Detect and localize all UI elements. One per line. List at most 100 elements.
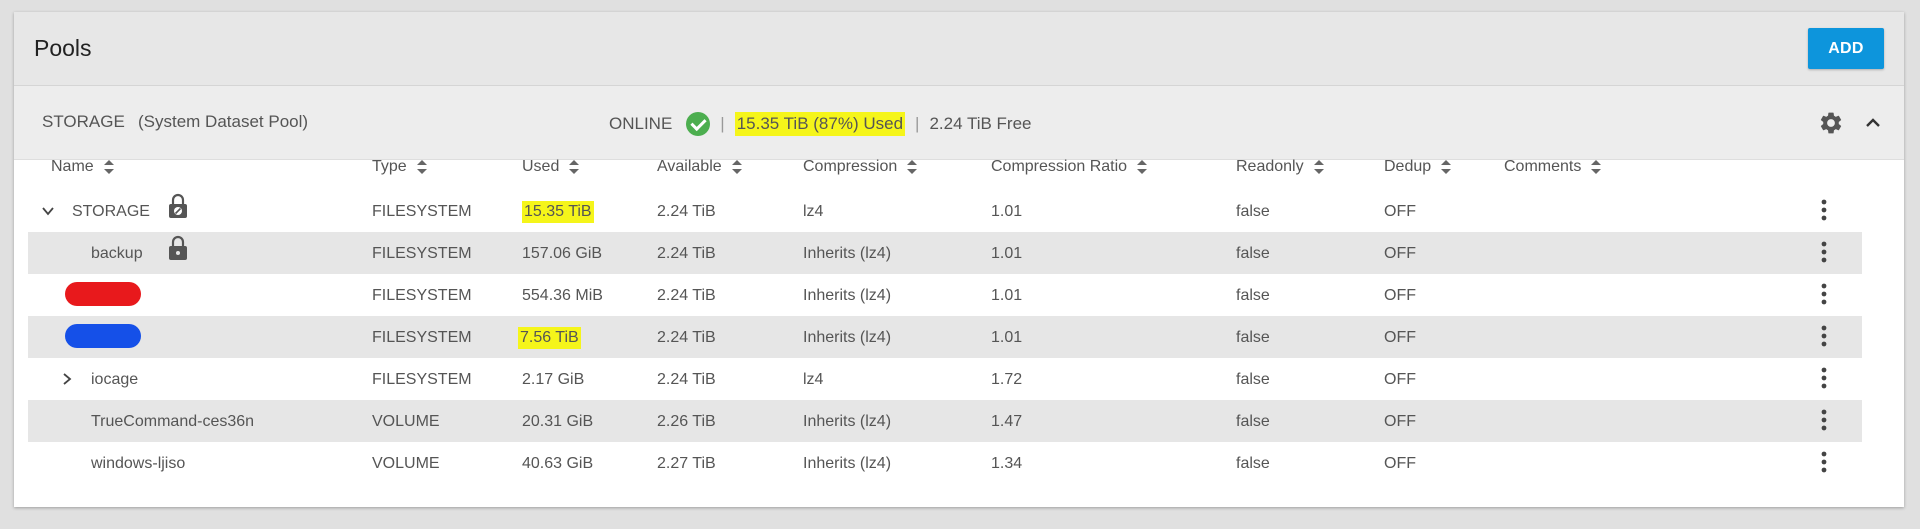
row-used: 2.17 GiB	[522, 371, 585, 388]
sort-icon	[731, 160, 742, 174]
redacted-name-mark	[65, 282, 141, 306]
row-dedup: OFF	[1384, 203, 1416, 220]
table-row[interactable]: windows-ljiso VOLUME 40.63 GiB 2.27 TiB …	[28, 442, 1862, 484]
kebab-icon[interactable]	[1821, 409, 1827, 431]
row-compression: Inherits (lz4)	[803, 287, 892, 304]
sort-icon	[1313, 160, 1324, 174]
lock-icon[interactable]	[167, 235, 189, 261]
pool-status-group: ONLINE | 15.35 TiB (87%) Used | 2.24 TiB…	[609, 112, 1032, 136]
row-ratio: 1.01	[991, 203, 1023, 220]
row-used: 15.35 TiB	[522, 201, 594, 223]
row-type: FILESYSTEM	[372, 203, 472, 220]
row-ratio: 1.01	[991, 287, 1023, 304]
datasets-table: Name Type Used Available Compression Com…	[28, 148, 1862, 484]
sort-icon	[416, 160, 427, 174]
chevron-down-icon[interactable]	[42, 205, 54, 217]
table-header: Name Type Used Available Compression Com…	[28, 148, 1862, 190]
sort-icon	[1441, 160, 1452, 174]
column-header-comments[interactable]: Comments	[1504, 158, 1602, 176]
sort-icon	[1137, 160, 1148, 174]
row-compression: lz4	[803, 371, 824, 388]
separator: |	[720, 114, 725, 133]
row-available: 2.24 TiB	[657, 371, 716, 388]
row-readonly: false	[1236, 245, 1270, 262]
row-dedup: OFF	[1384, 455, 1416, 472]
table-row[interactable]: STORAGE FILESYSTEM 15.35 TiB 2.24 TiB lz…	[28, 190, 1862, 232]
row-dedup: OFF	[1384, 371, 1416, 388]
gear-icon[interactable]	[1818, 110, 1844, 136]
row-compression: lz4	[803, 203, 824, 220]
row-available: 2.26 TiB	[657, 413, 716, 430]
chevron-up-icon[interactable]	[1864, 114, 1882, 132]
row-dedup: OFF	[1384, 329, 1416, 346]
kebab-icon[interactable]	[1821, 451, 1827, 473]
row-type: VOLUME	[372, 455, 440, 472]
column-header-readonly[interactable]: Readonly	[1236, 158, 1324, 176]
row-ratio: 1.72	[991, 371, 1023, 388]
row-compression: Inherits (lz4)	[803, 329, 892, 346]
kebab-icon[interactable]	[1821, 199, 1827, 221]
row-ratio: 1.01	[991, 329, 1023, 346]
kebab-icon[interactable]	[1821, 367, 1827, 389]
check-circle-icon	[686, 112, 711, 136]
row-available: 2.24 TiB	[657, 203, 716, 220]
row-readonly: false	[1236, 371, 1270, 388]
row-readonly: false	[1236, 329, 1270, 346]
column-header-available[interactable]: Available	[657, 158, 742, 176]
row-type: FILESYSTEM	[372, 245, 472, 262]
row-name: STORAGE	[72, 203, 150, 220]
column-header-compression[interactable]: Compression	[803, 158, 918, 176]
row-name: iocage	[91, 371, 139, 388]
row-compression: Inherits (lz4)	[803, 413, 892, 430]
column-header-name[interactable]: Name	[51, 158, 114, 176]
pool-description: (System Dataset Pool)	[138, 112, 309, 131]
row-available: 2.27 TiB	[657, 455, 716, 472]
pool-status-text: ONLINE	[609, 114, 673, 133]
lock-open-icon[interactable]	[167, 193, 189, 219]
table-row[interactable]: iocage FILESYSTEM 2.17 GiB 2.24 TiB lz4 …	[28, 358, 1862, 400]
sort-icon	[103, 160, 114, 174]
row-available: 2.24 TiB	[657, 245, 716, 262]
row-available: 2.24 TiB	[657, 329, 716, 346]
row-ratio: 1.47	[991, 413, 1023, 430]
page-title: Pools	[34, 35, 92, 61]
row-compression: Inherits (lz4)	[803, 455, 892, 472]
pool-used-text: 15.35 TiB (87%) Used	[734, 112, 906, 136]
table-row[interactable]: TrueCommand-ces36n VOLUME 20.31 GiB 2.26…	[28, 400, 1862, 442]
separator: |	[915, 114, 920, 133]
kebab-icon[interactable]	[1821, 325, 1827, 347]
sort-icon	[1591, 160, 1602, 174]
add-button[interactable]: ADD	[1808, 28, 1884, 69]
row-type: VOLUME	[372, 413, 440, 430]
row-used: 7.56 TiB	[518, 327, 581, 349]
column-header-used[interactable]: Used	[522, 158, 580, 176]
row-used: 554.36 MiB	[522, 287, 603, 304]
redacted-name-mark	[65, 324, 141, 348]
row-used: 157.06 GiB	[522, 245, 603, 262]
column-header-compression-ratio[interactable]: Compression Ratio	[991, 158, 1148, 176]
column-header-type[interactable]: Type	[372, 158, 427, 176]
chevron-right-icon[interactable]	[61, 373, 73, 385]
row-used: 20.31 GiB	[522, 413, 594, 430]
kebab-icon[interactable]	[1821, 283, 1827, 305]
sort-icon	[907, 160, 918, 174]
pool-free-text: 2.24 TiB Free	[929, 114, 1032, 133]
table-row[interactable]: backup FILESYSTEM 157.06 GiB 2.24 TiB In…	[28, 232, 1862, 274]
table-row[interactable]: FILESYSTEM 7.56 TiB 2.24 TiB Inherits (l…	[28, 316, 1862, 358]
table-row[interactable]: FILESYSTEM 554.36 MiB 2.24 TiB Inherits …	[28, 274, 1862, 316]
row-name: TrueCommand-ces36n	[91, 413, 255, 430]
sort-icon	[569, 160, 580, 174]
row-readonly: false	[1236, 413, 1270, 430]
row-dedup: OFF	[1384, 287, 1416, 304]
row-used: 40.63 GiB	[522, 455, 594, 472]
row-readonly: false	[1236, 203, 1270, 220]
pools-header: Pools ADD	[14, 12, 1904, 86]
row-readonly: false	[1236, 287, 1270, 304]
column-header-dedup[interactable]: Dedup	[1384, 158, 1452, 176]
kebab-icon[interactable]	[1821, 241, 1827, 263]
row-type: FILESYSTEM	[372, 371, 472, 388]
row-name: backup	[91, 245, 143, 262]
row-type: FILESYSTEM	[372, 287, 472, 304]
row-ratio: 1.34	[991, 455, 1023, 472]
row-readonly: false	[1236, 455, 1270, 472]
